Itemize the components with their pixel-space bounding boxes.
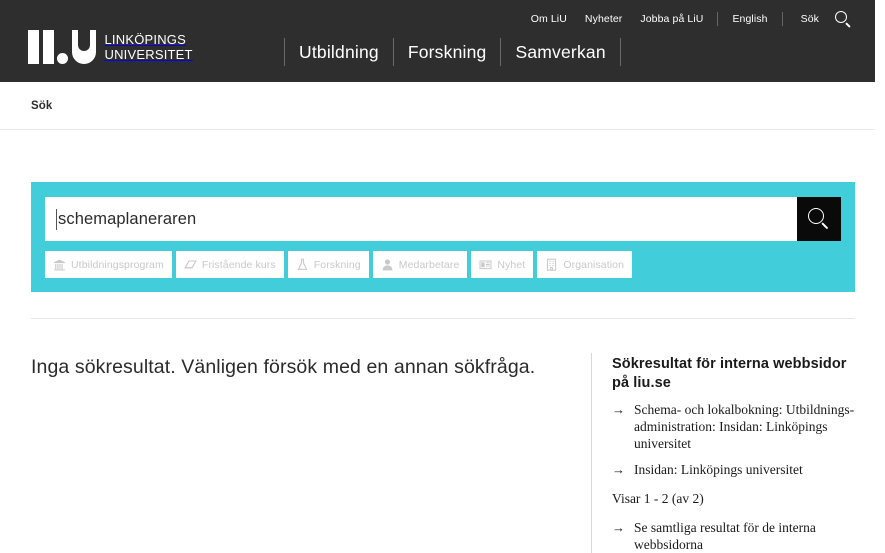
utility-link-nyheter[interactable]: Nyheter: [576, 12, 631, 26]
arrow-right-icon: →: [612, 520, 625, 535]
internal-result-link[interactable]: → Insidan: Linköpings universitet: [612, 461, 855, 478]
internal-result-link-label: Insidan: Linköpings universitet: [634, 462, 803, 477]
internal-result-link-label: Schema- och lokalbokning: Utbildnings-ad…: [634, 402, 855, 451]
filter-chip-label: Nyhet: [497, 258, 526, 271]
internal-results-heading: Sökresultat för interna webbsidor på liu…: [612, 356, 847, 391]
arrow-right-icon: →: [612, 402, 625, 417]
site-header: Om LiU Nyheter Jobba på LiU English Sök …: [0, 0, 875, 82]
main-nav: Utbildning Forskning Samverkan: [284, 38, 621, 66]
search-icon: [808, 208, 830, 230]
search-results-column: Inga sökresultat. Vänligen försök med en…: [31, 353, 571, 553]
filter-chip-label: Organisation: [563, 258, 625, 271]
filter-chip-label: Fristående kurs: [201, 258, 276, 271]
nav-item-forskning[interactable]: Forskning: [394, 39, 501, 65]
search-icon: [835, 11, 851, 28]
header-search-toggle[interactable]: Sök: [788, 11, 851, 28]
liu-logo-mark: [28, 30, 96, 64]
see-all-label: Se samtliga resultat för de interna webb…: [634, 520, 816, 552]
internal-results-list: → Schema- och lokalbokning: Utbildnings-…: [612, 401, 855, 553]
header-search-label: Sök: [800, 13, 819, 25]
content-area: Inga sökresultat. Vänligen försök med en…: [0, 319, 885, 553]
graduation-building-icon: [53, 258, 66, 271]
building-icon: [545, 258, 558, 271]
breadcrumb: Sök: [0, 82, 875, 130]
liu-logo-text: LINKÖPINGS UNIVERSITET: [105, 30, 193, 62]
internal-result-link[interactable]: → Schema- och lokalbokning: Utbildnings-…: [612, 401, 855, 452]
nav-divider-3: [619, 38, 621, 66]
text-caret: [56, 208, 57, 230]
no-results-message: Inga sökresultat. Vänligen försök med en…: [31, 356, 536, 378]
nav-item-samverkan[interactable]: Samverkan: [501, 39, 619, 65]
filter-chip-nyhet[interactable]: Nyhet: [471, 251, 534, 278]
search-submit-button[interactable]: [797, 197, 841, 241]
breadcrumb-item-sok[interactable]: Sök: [31, 100, 52, 112]
liu-logo[interactable]: LINKÖPINGS UNIVERSITET: [28, 30, 193, 64]
nav-item-utbildning[interactable]: Utbildning: [285, 39, 393, 65]
flask-icon: [296, 258, 309, 271]
search-section: schemaplaneraren Utbildningsprogram Fris…: [0, 130, 885, 292]
utility-divider-2: [781, 12, 783, 26]
internal-results-panel: Sökresultat för interna webbsidor på liu…: [591, 353, 855, 553]
utility-link-om-liu[interactable]: Om LiU: [522, 12, 576, 26]
logo-line-1: LINKÖPINGS: [104, 32, 186, 47]
filter-chip-forskning[interactable]: Forskning: [287, 251, 369, 278]
utility-link-jobba-pa-liu[interactable]: Jobba på LiU: [631, 12, 712, 26]
filter-chip-medarbetare[interactable]: Medarbetare: [372, 251, 468, 278]
search-panel: schemaplaneraren Utbildningsprogram Fris…: [31, 182, 855, 292]
filter-chip-label: Medarbetare: [398, 258, 460, 271]
filter-chip-label: Utbildningsprogram: [71, 258, 164, 271]
arrow-right-icon: →: [612, 462, 625, 477]
search-filter-chips: Utbildningsprogram Fristående kurs Forsk…: [45, 251, 841, 278]
search-input-value: schemaplaneraren: [58, 209, 197, 228]
person-icon: [381, 258, 394, 271]
logo-line-2: UNIVERSITET: [104, 46, 193, 62]
internal-results-count: Visar 1 - 2 (av 2): [612, 491, 704, 506]
utility-divider-1: [717, 12, 719, 26]
book-icon: [184, 258, 197, 271]
search-row: schemaplaneraren: [45, 197, 841, 241]
utility-nav: Om LiU Nyheter Jobba på LiU English Sök: [522, 11, 851, 28]
filter-chip-organisation[interactable]: Organisation: [537, 251, 633, 278]
filter-chip-label: Forskning: [313, 258, 361, 271]
filter-chip-fristaende-kurs[interactable]: Fristående kurs: [175, 251, 284, 278]
newspaper-icon: [479, 258, 492, 271]
language-switch-link[interactable]: English: [723, 12, 776, 26]
see-all-internal-results-link[interactable]: → Se samtliga resultat för de interna we…: [612, 519, 855, 553]
search-input[interactable]: schemaplaneraren: [45, 197, 797, 241]
filter-chip-utbildningsprogram[interactable]: Utbildningsprogram: [45, 251, 172, 278]
